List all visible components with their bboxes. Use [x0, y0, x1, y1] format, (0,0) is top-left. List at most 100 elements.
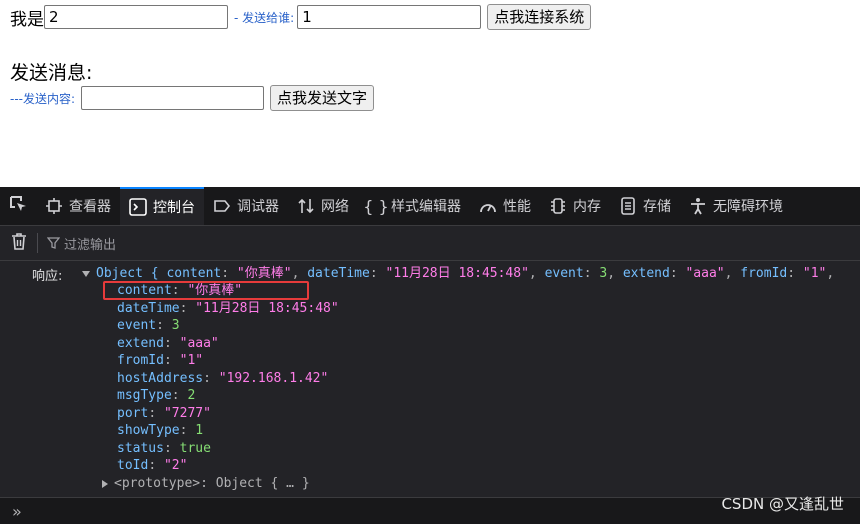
sendto-label: - 发送给谁: — [234, 10, 295, 25]
filter-placeholder: 过滤输出 — [64, 237, 117, 253]
tab-inspector[interactable]: 查看器 — [36, 187, 120, 225]
object-summary-line[interactable]: Object { content: "你真棒", dateTime: "11月2… — [82, 265, 834, 282]
summary-value: "aaa" — [685, 266, 725, 281]
property-key: msgType — [117, 388, 172, 403]
property-line: showType: 1 — [117, 423, 204, 438]
property-line: fromId: "1" — [117, 353, 204, 368]
property-key: dateTime — [117, 300, 180, 316]
property-value: 3 — [171, 318, 180, 333]
console-output: 响应: Object { content: "你真棒", dateTime: "… — [0, 261, 860, 497]
property-line: toId: "2" — [117, 458, 188, 473]
performance-icon — [479, 197, 497, 215]
property-line: dateTime: "11月28日 18:45:48" — [117, 300, 339, 316]
property-value: 2 — [187, 388, 196, 403]
property-key: event — [117, 318, 157, 333]
send-heading: 发送消息: — [10, 62, 93, 84]
tab-label: 样式编辑器 — [391, 199, 461, 215]
console-toolbar: 过滤输出 — [0, 226, 860, 261]
property-line: msgType: 2 — [117, 388, 196, 403]
log-prefix: 响应: — [32, 269, 63, 284]
element-picker-button[interactable] — [0, 187, 36, 225]
property-value: 1 — [195, 423, 204, 438]
tab-memory[interactable]: 内存 — [540, 187, 610, 225]
summary-value: "你真棒" — [236, 266, 292, 281]
property-value: true — [179, 440, 211, 456]
property-key: showType — [117, 423, 180, 438]
summary-head: Object { — [96, 266, 167, 281]
style-editor-icon: { } — [363, 196, 389, 216]
web-page: 我是 - 发送给谁: 点我连接系统 发送消息: ---发送内容: 点我发送文字 — [0, 0, 860, 187]
connect-row: 我是 - 发送给谁: 点我连接系统 — [10, 3, 592, 31]
trash-icon — [11, 232, 27, 254]
send-row: ---发送内容: 点我发送文字 — [10, 84, 375, 112]
element-picker-icon — [8, 194, 28, 218]
toolbar-divider — [37, 233, 38, 253]
summary-key: extend — [622, 266, 670, 281]
tab-label: 性能 — [503, 199, 531, 215]
summary-value: "11月28日 18:45:48" — [385, 266, 529, 281]
tab-label: 存储 — [643, 199, 671, 215]
me-input[interactable] — [44, 5, 228, 29]
accessibility-icon — [689, 197, 707, 215]
tab-accessibility[interactable]: 无障碍环境 — [680, 187, 792, 225]
tab-style-editor[interactable]: { } 样式编辑器 — [358, 187, 470, 225]
property-value: "192.168.1.42" — [218, 370, 329, 386]
sendto-input[interactable] — [297, 5, 482, 29]
console-icon — [129, 198, 147, 216]
property-value: "2" — [163, 458, 188, 473]
expand-triangle-icon[interactable] — [82, 270, 90, 277]
property-key: hostAddress — [117, 370, 204, 386]
tab-label: 查看器 — [69, 199, 111, 215]
tab-storage[interactable]: 存储 — [610, 187, 680, 225]
property-line: status: true — [117, 440, 211, 456]
property-line: extend: "aaa" — [117, 335, 219, 351]
tab-label: 无障碍环境 — [713, 199, 783, 215]
tab-performance[interactable]: 性能 — [470, 187, 540, 225]
property-line: hostAddress: "192.168.1.42" — [117, 370, 329, 386]
devtools-panel: 查看器 控制台 调试器 网络 { } 样式编辑器 性能 内存 存储 无障碍环境 … — [0, 187, 860, 524]
tab-label: 调试器 — [237, 199, 279, 215]
summary-key: dateTime — [307, 266, 370, 281]
prototype-line[interactable]: <prototype>: Object { … } — [102, 475, 310, 492]
property-line: event: 3 — [117, 318, 180, 333]
property-value: "7277" — [163, 405, 211, 421]
summary-key: content — [166, 266, 222, 281]
connect-button[interactable]: 点我连接系统 — [487, 4, 592, 30]
filter-output-input[interactable]: 过滤输出 — [47, 234, 116, 253]
property-key: fromId — [117, 353, 164, 368]
property-key: toId — [117, 458, 149, 473]
tab-label: 内存 — [573, 199, 601, 215]
property-value: "11月28日 18:45:48" — [195, 300, 339, 316]
clear-console-button[interactable] — [10, 233, 28, 253]
tab-network[interactable]: 网络 — [288, 187, 358, 225]
tab-label: 控制台 — [153, 200, 195, 216]
send-button[interactable]: 点我发送文字 — [270, 85, 375, 111]
debugger-icon — [213, 197, 231, 215]
console-prompt-icon: » — [12, 501, 22, 521]
devtools-tabbar: 查看器 控制台 调试器 网络 { } 样式编辑器 性能 内存 存储 无障碍环境 — [0, 187, 860, 226]
expand-triangle-icon[interactable] — [102, 479, 108, 488]
content-label: ---发送内容: — [10, 91, 76, 106]
memory-icon — [549, 197, 567, 215]
summary-value: 3 — [599, 266, 608, 281]
property-key: port — [117, 405, 149, 421]
summary-key: fromId — [740, 266, 788, 281]
summary-key: event — [544, 266, 584, 281]
inspector-icon — [45, 197, 63, 215]
property-key: status — [117, 440, 164, 456]
summary-tail: , — [826, 266, 835, 281]
watermark: CSDN @又逢乱世 — [721, 495, 844, 513]
property-key: extend — [117, 335, 164, 351]
filter-icon — [47, 236, 60, 250]
property-value: "1" — [179, 353, 204, 368]
summary-value: "1" — [802, 266, 827, 281]
tab-console[interactable]: 控制台 — [120, 187, 204, 225]
property-line: port: "7277" — [117, 405, 211, 421]
tab-debugger[interactable]: 调试器 — [204, 187, 288, 225]
content-input[interactable] — [81, 86, 265, 110]
me-label: 我是 — [10, 9, 44, 30]
storage-icon — [619, 197, 637, 215]
prototype-text: <prototype>: Object { … } — [114, 476, 310, 491]
tab-label: 网络 — [321, 199, 349, 215]
content-highlight-box — [103, 281, 309, 300]
